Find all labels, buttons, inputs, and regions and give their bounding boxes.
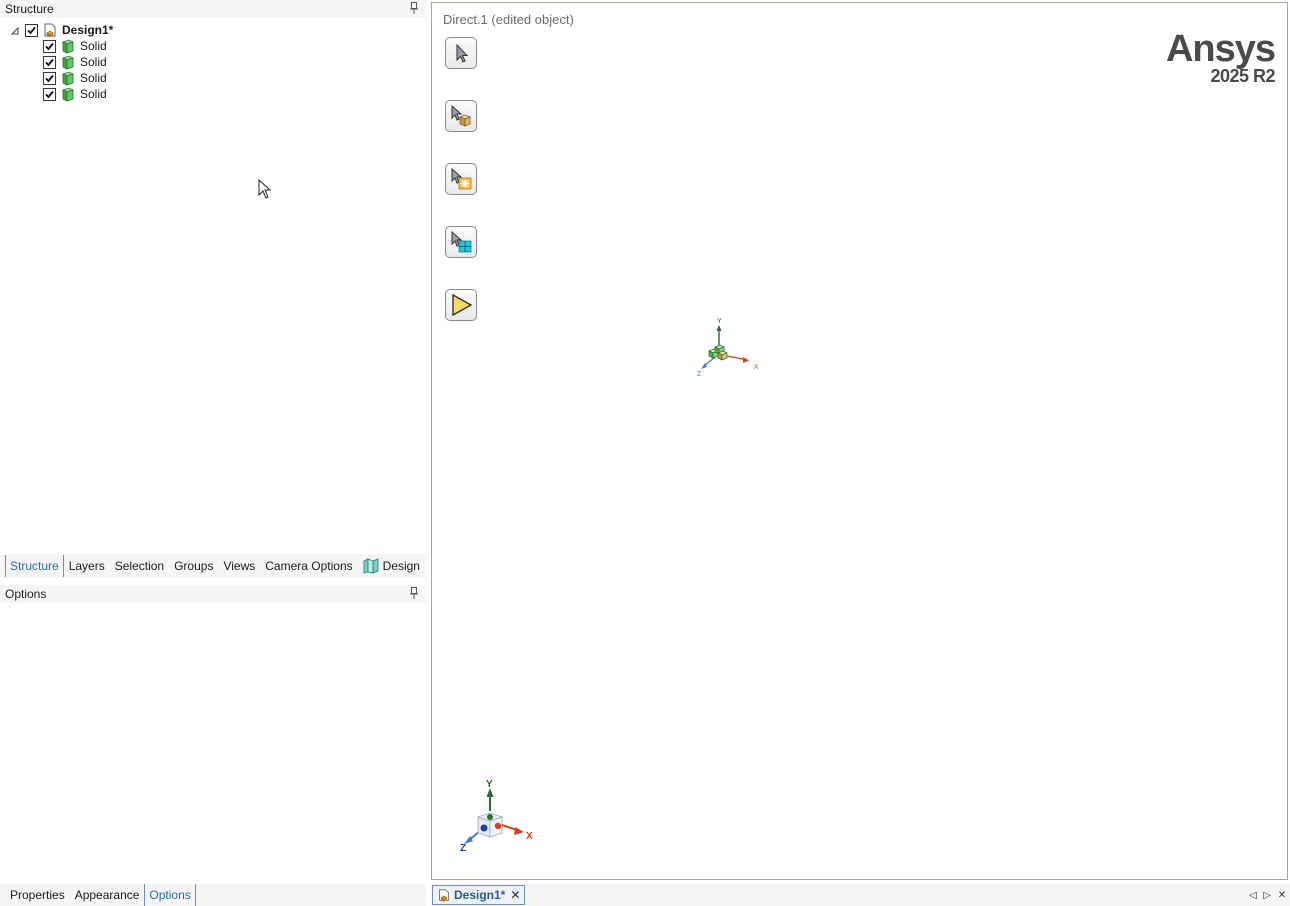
tree-item-label: Solid [80, 87, 107, 101]
tree-item-label: Solid [80, 39, 107, 53]
structure-panel-header: Structure [0, 0, 426, 18]
tree-item-solid-1[interactable]: Solid [43, 38, 107, 54]
document-tab-bar: Design1* ✕ ◁ ▷ ✕ [431, 884, 1290, 906]
tree-item-solid-3[interactable]: Solid [43, 70, 107, 86]
tree-root-row[interactable]: Design1* [10, 22, 113, 38]
select-face-tool-button[interactable] [445, 226, 477, 258]
view-orientation-triad[interactable]: Y X Z [452, 775, 542, 855]
design-viewport[interactable]: Direct.1 (edited object) Ansys 2025 R2 Y… [431, 2, 1288, 880]
tab-properties[interactable]: Properties [5, 884, 70, 906]
ansys-logo: Ansys 2025 R2 [1165, 28, 1276, 85]
close-document-icon[interactable]: ✕ [1276, 888, 1288, 902]
tree-collapse-icon[interactable] [10, 25, 20, 35]
mouse-cursor-icon [258, 178, 272, 199]
design-icon [42, 22, 58, 38]
tab-groups[interactable]: Groups [169, 555, 218, 577]
axis-label-y: Y [717, 318, 722, 325]
structure-panel-title: Structure [5, 2, 54, 16]
tab-design[interactable]: Design [358, 555, 425, 577]
document-tab-label: Design1* [454, 888, 506, 902]
viewport-title: Direct.1 (edited object) [443, 12, 574, 27]
close-icon[interactable]: ✕ [510, 888, 520, 902]
axis-label-z: Z [460, 843, 466, 854]
play-icon [452, 293, 473, 317]
tab-appearance[interactable]: Appearance [70, 884, 145, 906]
map-icon [363, 558, 379, 574]
tab-selection[interactable]: Selection [110, 555, 169, 577]
tree-item-checkbox[interactable] [43, 39, 56, 53]
select-point-icon [451, 167, 472, 190]
select-tool-button[interactable] [445, 37, 477, 69]
scroll-right-icon[interactable]: ▷ [1261, 888, 1273, 902]
axis-label-x: X [754, 364, 759, 371]
solid-body-icon [60, 54, 76, 70]
structure-panel-tabs: Structure Layers Selection Groups Views … [0, 554, 426, 578]
pin-icon[interactable] [410, 587, 418, 599]
tab-structure[interactable]: Structure [5, 555, 64, 577]
axis-label-z: Z [697, 371, 702, 378]
tree-item-checkbox[interactable] [43, 71, 56, 85]
tree-item-checkbox[interactable] [43, 55, 56, 69]
axis-label-y: Y [486, 779, 493, 790]
solid-body-icon [60, 38, 76, 54]
tab-options[interactable]: Options [144, 884, 196, 906]
tree-root-label: Design1* [62, 23, 114, 37]
select-face-icon [451, 230, 472, 253]
brand-name: Ansys [1165, 28, 1276, 70]
document-tab-design1[interactable]: Design1* ✕ [432, 885, 526, 905]
design-icon [437, 888, 451, 902]
select-arrow-icon [456, 43, 469, 63]
tab-layers[interactable]: Layers [64, 555, 110, 577]
axis-label-x: X [526, 831, 533, 842]
scroll-left-icon[interactable]: ◁ [1247, 888, 1259, 902]
select-point-tool-button[interactable] [445, 163, 477, 195]
complete-tool-button[interactable] [445, 289, 477, 321]
tree-item-label: Solid [80, 71, 107, 85]
tab-camera-options[interactable]: Camera Options [260, 555, 357, 577]
solid-body-icon [60, 70, 76, 86]
tree-root-checkbox[interactable] [25, 23, 38, 37]
select-body-tool-button[interactable] [445, 100, 477, 132]
tree-item-solid-2[interactable]: Solid [43, 54, 107, 70]
options-panel-header: Options [0, 585, 426, 603]
tab-views[interactable]: Views [218, 555, 260, 577]
pin-icon[interactable] [410, 2, 418, 14]
tree-item-label: Solid [80, 55, 107, 69]
model-origin-triad: Y X Z [687, 313, 767, 379]
tree-item-solid-4[interactable]: Solid [43, 86, 107, 102]
solid-body-icon [60, 86, 76, 102]
options-panel-tabs: Properties Appearance Options [0, 884, 426, 906]
select-body-icon [451, 104, 471, 127]
options-panel-title: Options [5, 587, 47, 601]
tree-item-checkbox[interactable] [43, 87, 56, 101]
